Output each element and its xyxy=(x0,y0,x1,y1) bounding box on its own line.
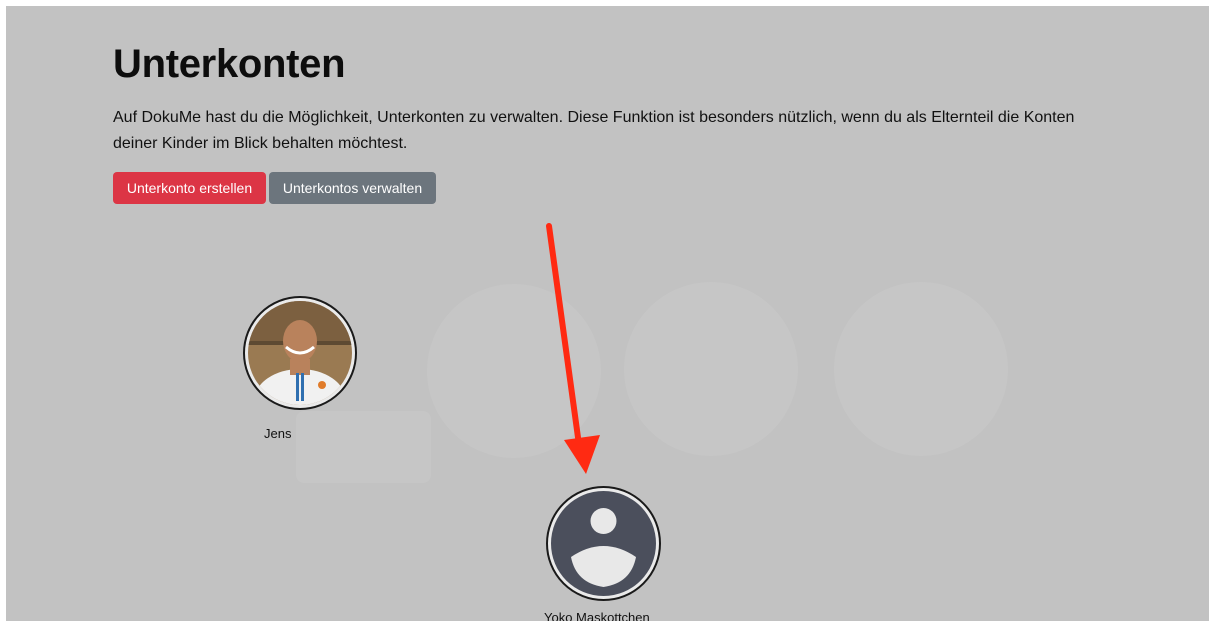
default-user-icon xyxy=(551,491,656,596)
placeholder-avatar xyxy=(624,282,798,456)
account-avatar-yoko-maskottchen[interactable] xyxy=(546,486,661,601)
modal-overlay: Unterkonten Auf DokuMe hast du die Mögli… xyxy=(6,6,1209,621)
profile-photo-icon xyxy=(248,301,352,405)
placeholder-avatar xyxy=(427,284,601,458)
page-title: Unterkonten xyxy=(113,42,346,86)
intro-text: Auf DokuMe hast du die Möglichkeit, Unte… xyxy=(113,109,1075,152)
account-avatar-jens[interactable] xyxy=(243,296,357,410)
account-name-label: Yoko Maskottchen xyxy=(544,610,650,621)
create-subaccount-button[interactable]: Unterkonto erstellen xyxy=(113,172,266,204)
placeholder-card xyxy=(296,411,431,483)
account-name-label: Jens xyxy=(264,426,292,441)
placeholder-avatar xyxy=(834,282,1008,456)
manage-subaccounts-button[interactable]: Unterkontos verwalten xyxy=(269,172,436,204)
